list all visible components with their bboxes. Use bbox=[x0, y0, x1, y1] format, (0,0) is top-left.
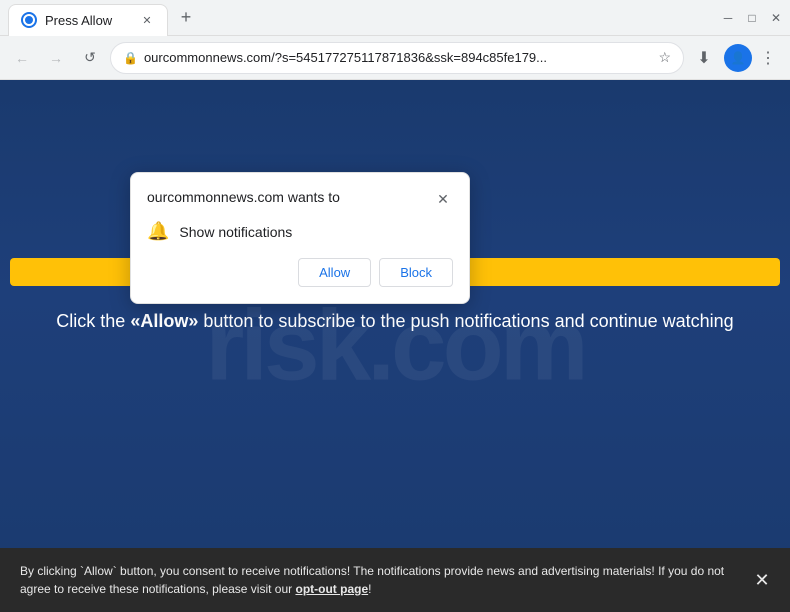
titlebar: Press Allow ✕ + ─ □ ✕ bbox=[0, 0, 790, 36]
tab-strip: Press Allow ✕ + bbox=[8, 0, 714, 35]
window-controls: ─ □ ✕ bbox=[722, 12, 782, 24]
extensions-button[interactable]: ⬇ bbox=[690, 44, 718, 72]
popup-buttons: Allow Block bbox=[147, 258, 453, 287]
omnibox[interactable]: 🔒 ourcommonnews.com/?s=54517727511787183… bbox=[110, 42, 684, 74]
url-display: ourcommonnews.com/?s=545177275117871836&… bbox=[144, 50, 652, 65]
menu-button[interactable]: ⋮ bbox=[754, 44, 782, 72]
page-content: risk.com ourcommonnews.com wants to ✕ 🔔 … bbox=[0, 80, 790, 612]
notification-row-text: Show notifications bbox=[179, 224, 292, 240]
reload-button[interactable]: ↺ bbox=[76, 44, 104, 72]
toolbar: ← → ↺ 🔒 ourcommonnews.com/?s=54517727511… bbox=[0, 36, 790, 80]
minimize-button[interactable]: ─ bbox=[722, 12, 734, 24]
watermark: risk.com bbox=[205, 289, 584, 404]
lock-icon: 🔒 bbox=[123, 51, 138, 65]
popup-title: ourcommonnews.com wants to bbox=[147, 189, 340, 205]
notification-row: 🔔 Show notifications bbox=[147, 221, 453, 242]
consent-close-button[interactable]: ✕ bbox=[750, 568, 774, 592]
popup-header: ourcommonnews.com wants to ✕ bbox=[147, 189, 453, 209]
back-button[interactable]: ← bbox=[8, 44, 36, 72]
opt-out-link[interactable]: opt-out page bbox=[295, 582, 368, 596]
bookmark-icon[interactable]: ☆ bbox=[658, 49, 671, 66]
active-tab[interactable]: Press Allow ✕ bbox=[8, 4, 168, 36]
tab-title: Press Allow bbox=[45, 13, 112, 28]
tab-close-button[interactable]: ✕ bbox=[139, 12, 155, 28]
notification-popup: ourcommonnews.com wants to ✕ 🔔 Show noti… bbox=[130, 172, 470, 304]
block-button[interactable]: Block bbox=[379, 258, 453, 287]
profile-button[interactable]: 👤 bbox=[724, 44, 752, 72]
new-tab-button[interactable]: + bbox=[172, 4, 200, 32]
close-button[interactable]: ✕ bbox=[770, 12, 782, 24]
popup-close-button[interactable]: ✕ bbox=[433, 189, 453, 209]
consent-text: By clicking `Allow` button, you consent … bbox=[20, 564, 724, 596]
toolbar-icons: ⬇ 👤 ⋮ bbox=[690, 44, 782, 72]
tab-favicon bbox=[21, 12, 37, 28]
maximize-button[interactable]: □ bbox=[746, 12, 758, 24]
consent-bar: By clicking `Allow` button, you consent … bbox=[0, 548, 790, 612]
allow-button[interactable]: Allow bbox=[298, 258, 371, 287]
forward-button[interactable]: → bbox=[42, 44, 70, 72]
profile-icon: 👤 bbox=[731, 51, 746, 65]
bell-icon: 🔔 bbox=[147, 221, 169, 242]
cta-text: Click the «Allow» button to subscribe to… bbox=[55, 308, 735, 335]
